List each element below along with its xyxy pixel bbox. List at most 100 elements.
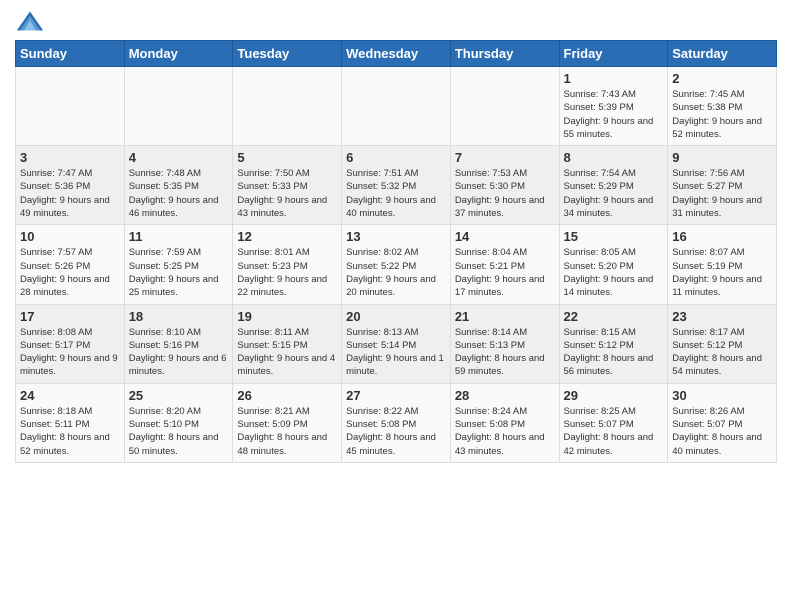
- week-row-4: 17 Sunrise: 8:08 AM Sunset: 5:17 PM Dayli…: [16, 304, 777, 383]
- day-info: Sunrise: 8:15 AM Sunset: 5:12 PM Dayligh…: [564, 326, 664, 379]
- day-cell: 21Sunrise: 8:14 AM Sunset: 5:13 PM Dayli…: [450, 304, 559, 383]
- day-number: 25: [129, 388, 229, 403]
- day-number: 10: [20, 229, 120, 244]
- week-row-3: 10 Sunrise: 7:57 AM Sunset: 5:26 PM Dayli…: [16, 225, 777, 304]
- day-info: Sunrise: 8:17 AM Sunset: 5:12 PM Dayligh…: [672, 326, 772, 379]
- day-cell: 1Sunrise: 7:43 AM Sunset: 5:39 PM Daylig…: [559, 67, 668, 146]
- calendar-header: SundayMondayTuesdayWednesdayThursdayFrid…: [16, 41, 777, 67]
- day-cell: 12Sunrise: 8:01 AM Sunset: 5:23 PM Dayli…: [233, 225, 342, 304]
- day-number: 3: [20, 150, 120, 165]
- day-cell: 25 Sunrise: 8:20 AM Sunset: 5:10 PM Dayli…: [124, 383, 233, 462]
- day-info: Sunrise: 8:10 AM Sunset: 5:16 PM Dayligh…: [129, 326, 229, 379]
- day-number: 26: [237, 388, 337, 403]
- calendar-page: SundayMondayTuesdayWednesdayThursdayFrid…: [0, 0, 792, 612]
- day-info: Sunrise: 8:07 AM Sunset: 5:19 PM Dayligh…: [672, 246, 772, 299]
- day-info: Sunrise: 7:51 AM Sunset: 5:32 PM Dayligh…: [346, 167, 446, 220]
- day-number: 22: [564, 309, 664, 324]
- day-cell: 6 Sunrise: 7:51 AM Sunset: 5:32 PM Daylig…: [342, 146, 451, 225]
- day-cell: 9 Sunrise: 7:56 AM Sunset: 5:27 PM Daylig…: [668, 146, 777, 225]
- day-info: Sunrise: 8:24 AM Sunset: 5:08 PM Dayligh…: [455, 405, 555, 458]
- header-row: SundayMondayTuesdayWednesdayThursdayFrid…: [16, 41, 777, 67]
- day-info: Sunrise: 7:59 AM Sunset: 5:25 PM Dayligh…: [129, 246, 229, 299]
- header-section: [15, 10, 777, 32]
- day-number: 18: [129, 309, 229, 324]
- week-row-5: 24 Sunrise: 8:18 AM Sunset: 5:11 PM Dayli…: [16, 383, 777, 462]
- day-cell: 3 Sunrise: 7:47 AM Sunset: 5:36 PM Daylig…: [16, 146, 125, 225]
- day-info: Sunrise: 7:54 AM Sunset: 5:29 PM Dayligh…: [564, 167, 664, 220]
- day-info: Sunrise: 8:05 AM Sunset: 5:20 PM Dayligh…: [564, 246, 664, 299]
- day-number: 14: [455, 229, 555, 244]
- day-info: Sunrise: 7:53 AM Sunset: 5:30 PM Dayligh…: [455, 167, 555, 220]
- day-number: 24: [20, 388, 120, 403]
- day-number: 29: [564, 388, 664, 403]
- day-info: Sunrise: 8:25 AM Sunset: 5:07 PM Dayligh…: [564, 405, 664, 458]
- day-cell: [342, 67, 451, 146]
- day-number: 15: [564, 229, 664, 244]
- day-cell: 19Sunrise: 8:11 AM Sunset: 5:15 PM Dayli…: [233, 304, 342, 383]
- day-number: 6: [346, 150, 446, 165]
- logo-icon: [15, 10, 45, 32]
- day-number: 2: [672, 71, 772, 86]
- day-cell: 27Sunrise: 8:22 AM Sunset: 5:08 PM Dayli…: [342, 383, 451, 462]
- column-header-saturday: Saturday: [668, 41, 777, 67]
- day-number: 8: [564, 150, 664, 165]
- day-number: 9: [672, 150, 772, 165]
- day-info: Sunrise: 8:01 AM Sunset: 5:23 PM Dayligh…: [237, 246, 337, 299]
- day-cell: 13Sunrise: 8:02 AM Sunset: 5:22 PM Dayli…: [342, 225, 451, 304]
- day-info: Sunrise: 8:21 AM Sunset: 5:09 PM Dayligh…: [237, 405, 337, 458]
- day-info: Sunrise: 8:08 AM Sunset: 5:17 PM Dayligh…: [20, 326, 120, 379]
- day-info: Sunrise: 8:18 AM Sunset: 5:11 PM Dayligh…: [20, 405, 120, 458]
- day-info: Sunrise: 7:47 AM Sunset: 5:36 PM Dayligh…: [20, 167, 120, 220]
- day-info: Sunrise: 8:04 AM Sunset: 5:21 PM Dayligh…: [455, 246, 555, 299]
- day-number: 17: [20, 309, 120, 324]
- day-info: Sunrise: 7:57 AM Sunset: 5:26 PM Dayligh…: [20, 246, 120, 299]
- day-cell: 15 Sunrise: 8:05 AM Sunset: 5:20 PM Dayli…: [559, 225, 668, 304]
- day-cell: 28 Sunrise: 8:24 AM Sunset: 5:08 PM Dayli…: [450, 383, 559, 462]
- day-cell: 29 Sunrise: 8:25 AM Sunset: 5:07 PM Dayli…: [559, 383, 668, 462]
- week-row-1: 1Sunrise: 7:43 AM Sunset: 5:39 PM Daylig…: [16, 67, 777, 146]
- day-info: Sunrise: 8:14 AM Sunset: 5:13 PM Dayligh…: [455, 326, 555, 379]
- day-cell: 11Sunrise: 7:59 AM Sunset: 5:25 PM Dayli…: [124, 225, 233, 304]
- day-cell: 22 Sunrise: 8:15 AM Sunset: 5:12 PM Dayli…: [559, 304, 668, 383]
- day-cell: 30 Sunrise: 8:26 AM Sunset: 5:07 PM Dayli…: [668, 383, 777, 462]
- day-number: 7: [455, 150, 555, 165]
- day-cell: 8 Sunrise: 7:54 AM Sunset: 5:29 PM Daylig…: [559, 146, 668, 225]
- day-info: Sunrise: 8:20 AM Sunset: 5:10 PM Dayligh…: [129, 405, 229, 458]
- day-cell: [16, 67, 125, 146]
- day-info: Sunrise: 7:48 AM Sunset: 5:35 PM Dayligh…: [129, 167, 229, 220]
- logo: [15, 10, 47, 32]
- day-cell: 16 Sunrise: 8:07 AM Sunset: 5:19 PM Dayli…: [668, 225, 777, 304]
- day-cell: 24 Sunrise: 8:18 AM Sunset: 5:11 PM Dayli…: [16, 383, 125, 462]
- column-header-wednesday: Wednesday: [342, 41, 451, 67]
- week-row-2: 3 Sunrise: 7:47 AM Sunset: 5:36 PM Daylig…: [16, 146, 777, 225]
- day-cell: 17 Sunrise: 8:08 AM Sunset: 5:17 PM Dayli…: [16, 304, 125, 383]
- column-header-sunday: Sunday: [16, 41, 125, 67]
- column-header-monday: Monday: [124, 41, 233, 67]
- day-info: Sunrise: 7:45 AM Sunset: 5:38 PM Dayligh…: [672, 88, 772, 141]
- day-number: 4: [129, 150, 229, 165]
- day-info: Sunrise: 7:56 AM Sunset: 5:27 PM Dayligh…: [672, 167, 772, 220]
- day-cell: 23 Sunrise: 8:17 AM Sunset: 5:12 PM Dayli…: [668, 304, 777, 383]
- day-cell: 18 Sunrise: 8:10 AM Sunset: 5:16 PM Dayli…: [124, 304, 233, 383]
- day-cell: 5 Sunrise: 7:50 AM Sunset: 5:33 PM Daylig…: [233, 146, 342, 225]
- day-cell: 7 Sunrise: 7:53 AM Sunset: 5:30 PM Daylig…: [450, 146, 559, 225]
- day-number: 13: [346, 229, 446, 244]
- day-number: 5: [237, 150, 337, 165]
- day-cell: 20Sunrise: 8:13 AM Sunset: 5:14 PM Dayli…: [342, 304, 451, 383]
- day-number: 23: [672, 309, 772, 324]
- day-info: Sunrise: 7:43 AM Sunset: 5:39 PM Dayligh…: [564, 88, 664, 141]
- day-number: 20: [346, 309, 446, 324]
- day-number: 16: [672, 229, 772, 244]
- day-info: Sunrise: 7:50 AM Sunset: 5:33 PM Dayligh…: [237, 167, 337, 220]
- day-cell: 10 Sunrise: 7:57 AM Sunset: 5:26 PM Dayli…: [16, 225, 125, 304]
- day-cell: 4 Sunrise: 7:48 AM Sunset: 5:35 PM Daylig…: [124, 146, 233, 225]
- day-number: 30: [672, 388, 772, 403]
- calendar-table: SundayMondayTuesdayWednesdayThursdayFrid…: [15, 40, 777, 463]
- column-header-tuesday: Tuesday: [233, 41, 342, 67]
- day-cell: [233, 67, 342, 146]
- day-info: Sunrise: 8:22 AM Sunset: 5:08 PM Dayligh…: [346, 405, 446, 458]
- day-number: 28: [455, 388, 555, 403]
- column-header-thursday: Thursday: [450, 41, 559, 67]
- day-info: Sunrise: 8:26 AM Sunset: 5:07 PM Dayligh…: [672, 405, 772, 458]
- column-header-friday: Friday: [559, 41, 668, 67]
